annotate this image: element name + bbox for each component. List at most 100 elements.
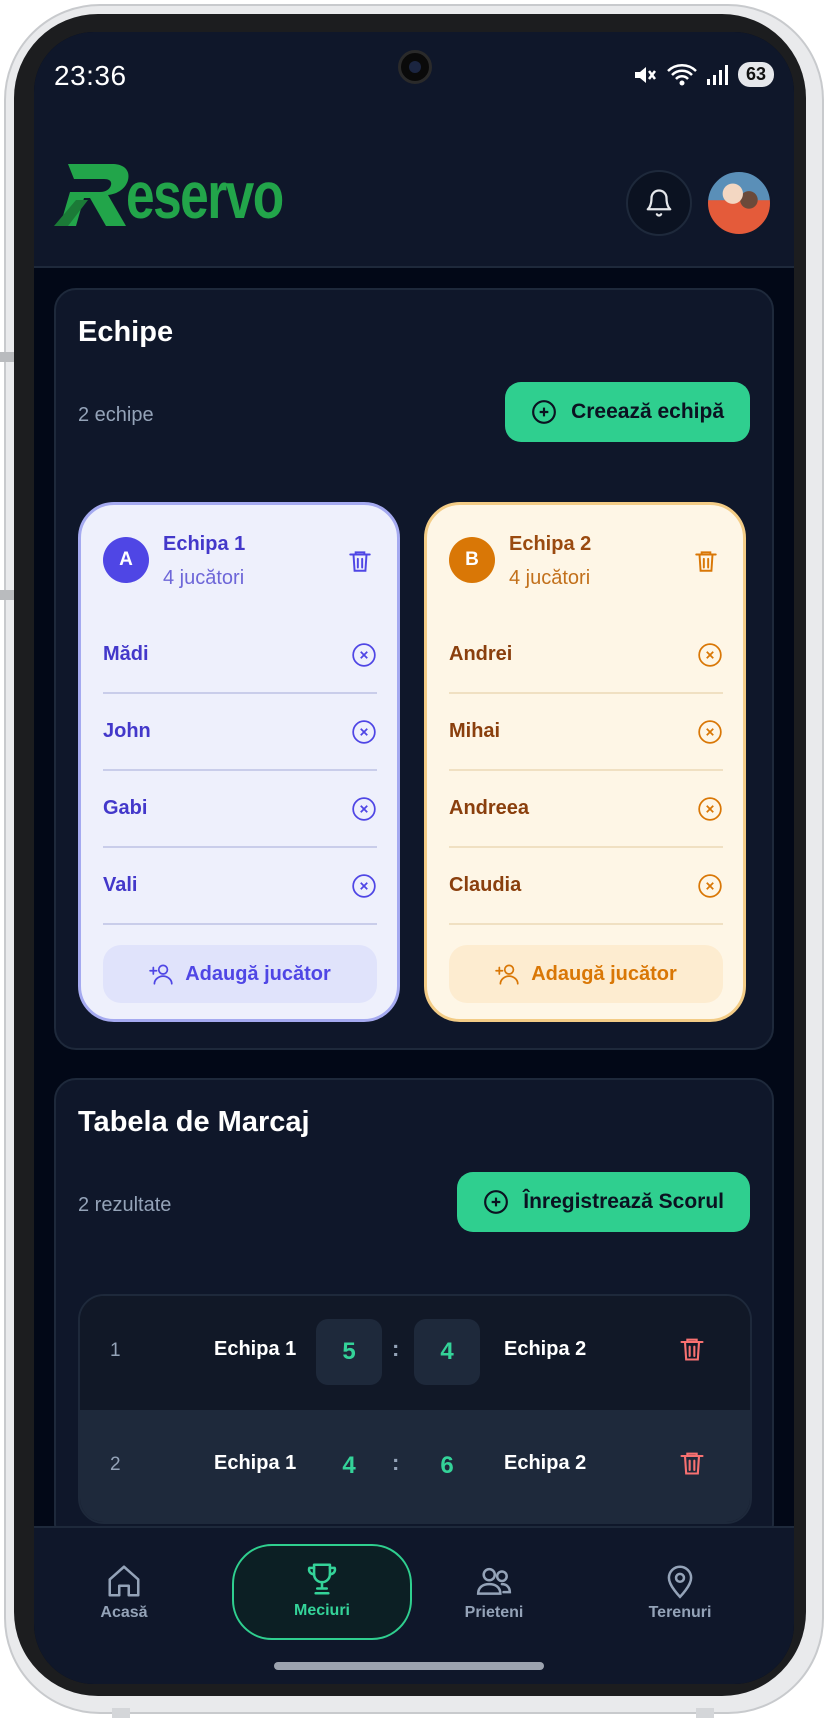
nav-label: Meciuri: [293, 1602, 350, 1619]
map-pin-icon: [667, 1565, 693, 1599]
score-separator: :: [392, 1336, 400, 1361]
remove-player-icon[interactable]: [697, 642, 723, 668]
teams-title: Echipe: [78, 316, 174, 348]
front-camera: [398, 50, 432, 84]
record-score-label: Înregistrează Scorul: [523, 1190, 724, 1213]
user-avatar[interactable]: [706, 170, 772, 236]
remove-player-icon[interactable]: [697, 719, 723, 745]
remove-player-icon[interactable]: [351, 873, 377, 899]
status-time: 23:36: [54, 60, 127, 91]
bottom-nav: Acasă Meciuri Prieteni Terenuri: [34, 1526, 794, 1684]
add-player-label: Adaugă jucător: [531, 962, 677, 985]
add-player-label: Adaugă jucător: [185, 962, 331, 985]
trash-icon: [349, 551, 371, 572]
remove-player-icon[interactable]: [351, 642, 377, 668]
remove-player-icon[interactable]: [351, 796, 377, 822]
list-item: Claudia: [449, 848, 723, 925]
mute-icon: [634, 66, 656, 83]
signal-icon: [706, 64, 728, 85]
score-separator: :: [392, 1450, 400, 1475]
wifi-icon: [667, 63, 697, 85]
logo-mark-icon: [54, 164, 129, 226]
user-plus-icon: [149, 964, 173, 985]
home-score: 4: [342, 1452, 356, 1479]
list-item: Mihai: [449, 694, 723, 771]
team-player-count: 4 jucători: [509, 567, 591, 589]
list-item: Andrei: [449, 617, 723, 694]
list-item: Gabi: [103, 771, 377, 848]
player-name: Mihai: [449, 720, 501, 742]
list-item: Andreea: [449, 771, 723, 848]
away-team: Echipa 2: [504, 1452, 587, 1474]
player-name: Vali: [103, 874, 138, 896]
home-icon: [108, 1565, 140, 1597]
team-player-count: 4 jucători: [163, 567, 245, 589]
scoreboard-card: Tabela de Marcaj 2 rezultate Înregistrea…: [54, 1078, 774, 1546]
away-score: 4: [414, 1319, 480, 1385]
team-card-b: B Echipa 2 4 jucători Andrei Mihai Andre…: [424, 502, 746, 1022]
player-name: Mădi: [103, 643, 149, 665]
home-score: 5: [316, 1319, 382, 1385]
friends-icon: [476, 1567, 512, 1595]
team-name: Echipa 1: [163, 533, 246, 555]
brand-name: eservo: [126, 158, 284, 232]
scoreboard-title: Tabela de Marcaj: [78, 1106, 310, 1138]
teams-card: Echipe 2 echipe Creează echipă A Echipa …: [54, 288, 774, 1050]
score-table: 1 Echipa 1 5 : 4 Echipa 2 2 Echipa 1 4 :…: [78, 1294, 752, 1524]
nav-item-meciuri[interactable]: Meciuri: [232, 1544, 412, 1640]
delete-team-button[interactable]: [693, 547, 719, 580]
notifications-button[interactable]: [626, 170, 692, 236]
remove-player-icon[interactable]: [697, 796, 723, 822]
trash-icon: [680, 1338, 704, 1361]
delete-result-button[interactable]: [678, 1448, 706, 1483]
screen: 23:36 63 eservo Echipe 2 echipe Creează …: [34, 32, 794, 1684]
home-team: Echipa 1: [214, 1338, 297, 1360]
home-indicator[interactable]: [274, 1662, 544, 1670]
add-player-button[interactable]: Adaugă jucător: [103, 945, 377, 1003]
nav-item-acasa[interactable]: Acasă: [54, 1562, 194, 1622]
bezel-nub: [112, 1708, 130, 1718]
player-list: Mădi John Gabi Vali: [103, 617, 377, 925]
player-name: Andreea: [449, 797, 530, 819]
player-name: John: [103, 720, 151, 742]
away-team: Echipa 2: [504, 1338, 587, 1360]
table-row: 1 Echipa 1 5 : 4 Echipa 2: [80, 1296, 750, 1410]
team-badge: B: [449, 537, 495, 583]
nav-item-prieteni[interactable]: Prieteni: [424, 1562, 564, 1622]
player-name: Gabi: [103, 797, 148, 819]
list-item: Vali: [103, 848, 377, 925]
nav-label: Prieteni: [464, 1604, 524, 1621]
home-team: Echipa 1: [214, 1452, 297, 1474]
away-score: 6: [440, 1452, 454, 1479]
teams-count: 2 echipe: [78, 404, 154, 426]
player-name: Claudia: [449, 874, 522, 896]
list-item: Mădi: [103, 617, 377, 694]
trophy-icon: [307, 1563, 337, 1595]
remove-player-icon[interactable]: [351, 719, 377, 745]
match-rank: 1: [110, 1340, 121, 1361]
nav-item-terenuri[interactable]: Terenuri: [610, 1562, 750, 1622]
list-item: John: [103, 694, 377, 771]
delete-result-button[interactable]: [678, 1334, 706, 1369]
match-rank: 2: [110, 1454, 121, 1475]
plus-circle-icon: [532, 400, 556, 424]
trash-icon: [680, 1452, 704, 1475]
table-row: 2 Echipa 1 4 : 6 Echipa 2: [80, 1410, 750, 1522]
plus-circle-icon: [484, 1190, 509, 1214]
status-bar: 23:36 63: [34, 32, 794, 122]
create-team-button[interactable]: Creează echipă: [505, 382, 750, 442]
battery-indicator: 63: [737, 62, 774, 87]
remove-player-icon[interactable]: [697, 873, 723, 899]
app-header: eservo: [34, 122, 794, 268]
team-badge: A: [103, 537, 149, 583]
bell-icon: [646, 189, 672, 217]
add-player-button[interactable]: Adaugă jucător: [449, 945, 723, 1003]
user-plus-icon: [495, 964, 519, 985]
status-icons: 63: [632, 62, 774, 87]
player-name: Andrei: [449, 643, 513, 665]
delete-team-button[interactable]: [347, 547, 373, 580]
nav-label: Acasă: [100, 1604, 148, 1621]
trash-icon: [695, 551, 717, 572]
record-score-button[interactable]: Înregistrează Scorul: [457, 1172, 750, 1232]
brand-logo[interactable]: eservo: [54, 162, 327, 228]
